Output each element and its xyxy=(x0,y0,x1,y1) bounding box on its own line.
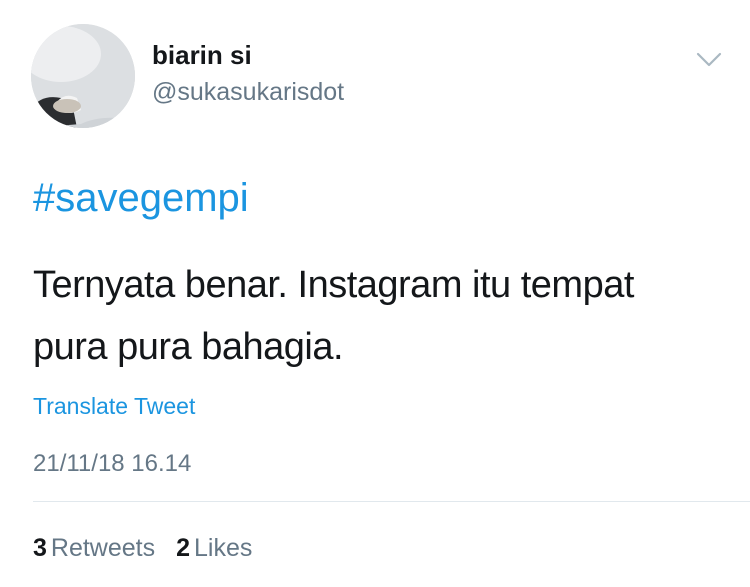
retweets-label: Retweets xyxy=(50,534,156,562)
likes-stat[interactable]: 2 Likes xyxy=(176,534,252,563)
divider xyxy=(33,501,750,502)
tweet-timestamp: 21/11/18 16.14 xyxy=(33,450,192,477)
tweet-text-line: Ternyata benar. Instagram itu tempat xyxy=(33,264,634,306)
tweet-card: biarin si @sukasukarisdot #savegempi Ter… xyxy=(0,0,750,587)
user-handle[interactable]: @sukasukarisdot xyxy=(152,78,344,107)
tweet-text: Ternyata benar. Instagram itu tempat pur… xyxy=(33,254,723,378)
display-name[interactable]: biarin si xyxy=(152,40,252,71)
tweet-text-line: pura pura bahagia. xyxy=(33,326,344,368)
chevron-down-icon[interactable] xyxy=(694,44,724,74)
avatar[interactable] xyxy=(31,24,135,128)
likes-count: 2 xyxy=(176,534,190,562)
translate-tweet-link[interactable]: Translate Tweet xyxy=(33,393,195,420)
tweet-stats: 3 Retweets 2 Likes xyxy=(33,534,266,563)
retweets-count: 3 xyxy=(33,534,47,562)
likes-label: Likes xyxy=(193,534,253,562)
hashtag-link[interactable]: #savegempi xyxy=(33,176,249,221)
avatar-image xyxy=(31,24,135,128)
retweets-stat[interactable]: 3 Retweets xyxy=(33,534,155,563)
